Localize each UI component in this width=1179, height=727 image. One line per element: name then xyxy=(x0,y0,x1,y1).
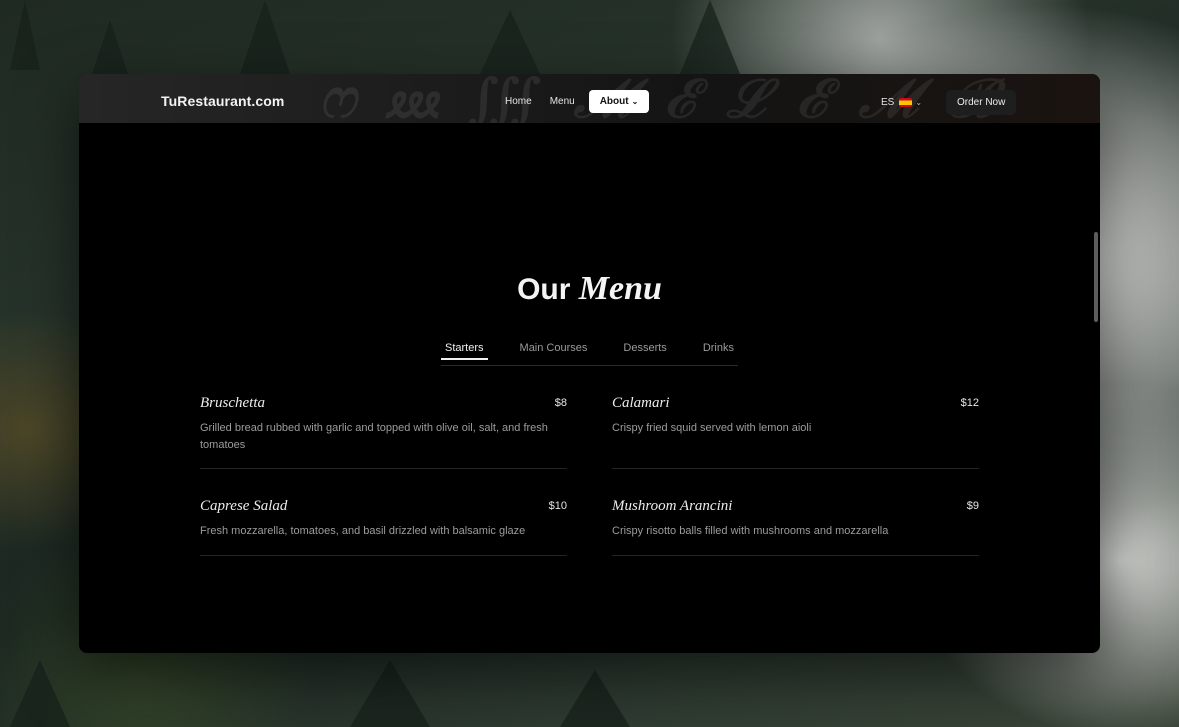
menu-item-price: $8 xyxy=(554,397,567,409)
tab-main-courses[interactable]: Main Courses xyxy=(516,340,592,365)
menu-item-divider xyxy=(612,468,979,469)
site-navbar: ෆ ⅏ ∭ ℳ ℰ ℒ ℰ ℳ ℬ TuRestaurant.com Home … xyxy=(79,74,1100,123)
tab-starters[interactable]: Starters xyxy=(441,340,488,365)
nav-link-about-label: About xyxy=(599,96,629,107)
menu-item-divider xyxy=(200,468,567,469)
menu-item-description: Fresh mozzarella, tomatoes, and basil dr… xyxy=(200,525,526,537)
nav-link-menu[interactable]: Menu xyxy=(542,90,583,113)
brand-logo[interactable]: TuRestaurant.com xyxy=(161,93,284,109)
menu-item-name: Bruschetta xyxy=(200,395,265,411)
menu-item-name: Caprese Salad xyxy=(200,498,288,514)
tab-desserts[interactable]: Desserts xyxy=(619,340,670,365)
menu-item: Calamari $12 Crispy fried squid served w… xyxy=(612,395,979,469)
menu-item: Mushroom Arancini $9 Crispy risotto ball… xyxy=(612,498,979,556)
menu-section-title: Our Menu xyxy=(79,270,1100,308)
menu-category-tabs: Starters Main Courses Desserts Drinks xyxy=(441,340,738,366)
menu-item-name: Mushroom Arancini xyxy=(612,498,733,514)
spain-flag-icon xyxy=(899,98,913,107)
menu-item-description: Grilled bread rubbed with garlic and top… xyxy=(200,422,548,451)
tab-drinks[interactable]: Drinks xyxy=(699,340,738,365)
menu-item: Bruschetta $8 Grilled bread rubbed with … xyxy=(200,395,567,469)
menu-title-fancy: Menu xyxy=(578,270,662,307)
nav-link-home[interactable]: Home xyxy=(497,90,540,113)
menu-title-plain: Our xyxy=(517,273,571,306)
nav-link-about[interactable]: About ⌄ xyxy=(588,90,650,113)
browser-window: ෆ ⅏ ∭ ℳ ℰ ℒ ℰ ℳ ℬ TuRestaurant.com Home … xyxy=(79,74,1100,653)
next-section-heading-partial: ​ xyxy=(79,641,1100,653)
nav-links: Home Menu About ⌄ xyxy=(497,90,651,113)
menu-item-name: Calamari xyxy=(612,395,670,411)
chevron-down-icon: ⌄ xyxy=(631,97,639,106)
language-code: ES xyxy=(881,97,895,108)
order-now-button[interactable]: Order Now xyxy=(946,90,1017,115)
chevron-down-icon: ⌄ xyxy=(915,98,923,107)
menu-item-divider xyxy=(200,555,567,556)
menu-item-price: $10 xyxy=(548,500,567,512)
language-selector[interactable]: ES ⌄ xyxy=(881,97,922,108)
menu-item: Caprese Salad $10 Fresh mozzarella, toma… xyxy=(200,498,567,556)
menu-item-description: Crispy fried squid served with lemon aio… xyxy=(612,422,812,434)
menu-item-description: Crispy risotto balls filled with mushroo… xyxy=(612,525,889,537)
menu-item-divider xyxy=(612,555,979,556)
menu-item-price: $12 xyxy=(960,397,979,409)
menu-item-price: $9 xyxy=(966,500,979,512)
